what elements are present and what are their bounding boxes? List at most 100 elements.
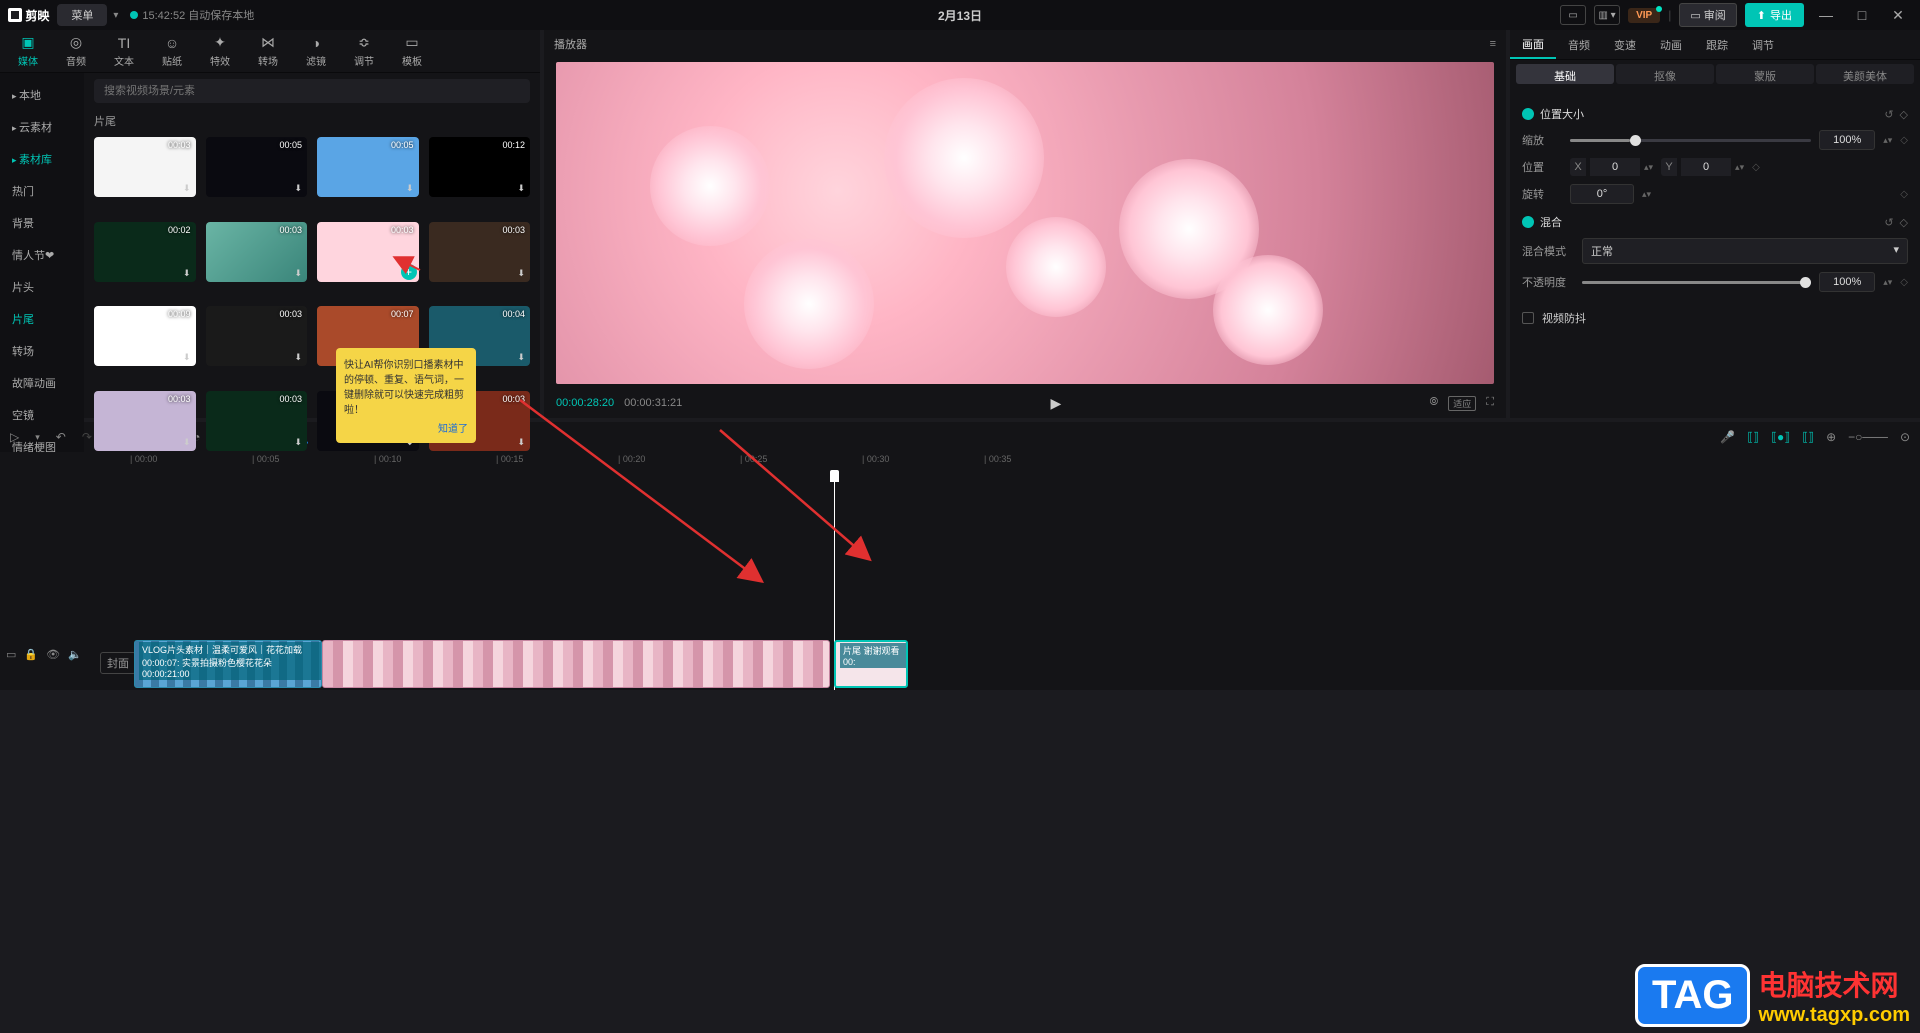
- opacity-value[interactable]: 100%: [1819, 272, 1875, 292]
- top-tab-7[interactable]: ≎调节: [340, 30, 388, 72]
- media-thumb-0[interactable]: 00:03⬇: [94, 137, 196, 197]
- cover-button[interactable]: 封面: [100, 652, 136, 674]
- media-thumb-13[interactable]: 00:03⬇: [206, 391, 308, 451]
- pos-x-input[interactable]: [1590, 158, 1640, 176]
- download-icon[interactable]: ⬇: [294, 437, 302, 448]
- timeline-clip-2[interactable]: [322, 640, 830, 688]
- top-tab-1[interactable]: ◎音频: [52, 30, 100, 72]
- mic-icon[interactable]: 🎤: [1720, 430, 1735, 444]
- sidebar-cat-7[interactable]: 空镜: [0, 399, 84, 431]
- undo-icon[interactable]: ↶: [56, 430, 66, 444]
- sidebar-cat-5[interactable]: 转场: [0, 335, 84, 367]
- media-thumb-6[interactable]: 00:03⬇+: [317, 222, 419, 282]
- play-button[interactable]: ▶: [1050, 395, 1061, 412]
- snap-toggle-3[interactable]: ⟦⟧: [1802, 430, 1814, 444]
- scale-slider[interactable]: [1570, 139, 1811, 142]
- track-eye-icon[interactable]: 👁: [46, 648, 60, 661]
- pos-size-check-icon[interactable]: [1522, 108, 1534, 120]
- top-tab-0[interactable]: ▣媒体: [4, 30, 52, 72]
- inspector-tab-4[interactable]: 跟踪: [1694, 30, 1740, 59]
- download-icon[interactable]: ⬇: [183, 183, 191, 194]
- arrow-tool-icon[interactable]: ▷: [10, 430, 19, 444]
- pos-y-stepper[interactable]: ▴▾: [1735, 164, 1744, 171]
- inspector-subtab-1[interactable]: 抠像: [1616, 64, 1714, 84]
- snap-toggle-1[interactable]: ⟦⟧: [1747, 430, 1759, 444]
- top-tab-2[interactable]: TI文本: [100, 31, 148, 72]
- top-tab-8[interactable]: ▭模板: [388, 30, 436, 72]
- download-icon[interactable]: ⬇: [183, 437, 191, 448]
- stabilize-checkbox[interactable]: [1522, 312, 1534, 324]
- review-button[interactable]: ▭ 审阅: [1679, 3, 1736, 27]
- blend-mode-select[interactable]: 正常▾: [1582, 238, 1908, 264]
- media-thumb-4[interactable]: 00:02⬇: [94, 222, 196, 282]
- download-icon[interactable]: ⬇: [183, 268, 191, 279]
- track-lock-icon[interactable]: 🔒: [24, 648, 38, 661]
- snap-toggle-2[interactable]: ⟦●⟧: [1771, 430, 1790, 444]
- download-icon[interactable]: ⬇: [294, 352, 302, 363]
- zoom-out-icon[interactable]: −○───: [1848, 430, 1888, 444]
- scale-value[interactable]: 100%: [1819, 130, 1875, 150]
- media-thumb-3[interactable]: 00:12⬇: [429, 137, 531, 197]
- minimize-icon[interactable]: —: [1812, 7, 1840, 23]
- layout-icon-1[interactable]: ▭: [1560, 5, 1586, 25]
- download-icon[interactable]: ⬇: [406, 183, 414, 194]
- scale-stepper[interactable]: ▴▾: [1883, 137, 1892, 144]
- crop-icon[interactable]: ⦾: [1429, 396, 1438, 411]
- pos-x-stepper[interactable]: ▴▾: [1644, 164, 1653, 171]
- opacity-stepper[interactable]: ▴▾: [1883, 279, 1892, 286]
- media-thumb-1[interactable]: 00:05⬇: [206, 137, 308, 197]
- media-thumb-7[interactable]: 00:03⬇: [429, 222, 531, 282]
- media-thumb-5[interactable]: 00:03⬇: [206, 222, 308, 282]
- download-icon[interactable]: ⬇: [517, 352, 525, 363]
- inspector-tab-3[interactable]: 动画: [1648, 30, 1694, 59]
- scale-keyframe-icon[interactable]: ◇: [1900, 135, 1908, 146]
- inspector-subtab-2[interactable]: 蒙版: [1716, 64, 1814, 84]
- sidebar-item-local[interactable]: 本地: [0, 79, 84, 111]
- pos-keyframe-icon[interactable]: ◇: [1752, 162, 1760, 173]
- sidebar-cat-2[interactable]: 情人节❤: [0, 239, 84, 271]
- ai-tip-ok-button[interactable]: 知道了: [344, 420, 468, 435]
- blend-keyframe-icon[interactable]: ◇: [1900, 216, 1908, 229]
- blend-reset-icon[interactable]: ↺: [1884, 216, 1893, 229]
- player-viewport[interactable]: [556, 62, 1494, 384]
- download-icon[interactable]: ⬇: [517, 183, 525, 194]
- reset-icon[interactable]: ↺: [1884, 108, 1893, 121]
- top-tab-5[interactable]: ⋈转场: [244, 30, 292, 72]
- sidebar-cat-1[interactable]: 背景: [0, 207, 84, 239]
- player-menu-icon[interactable]: ≡: [1490, 38, 1496, 50]
- sidebar-cat-4[interactable]: 片尾: [0, 303, 84, 335]
- download-icon[interactable]: ⬇: [517, 437, 525, 448]
- rotation-value[interactable]: 0°: [1570, 184, 1634, 204]
- blend-check-icon[interactable]: [1522, 216, 1534, 228]
- opacity-slider[interactable]: [1582, 281, 1811, 284]
- top-tab-6[interactable]: ◑滤镜: [292, 31, 340, 72]
- menu-button[interactable]: 菜单: [57, 4, 107, 26]
- marker-icon[interactable]: ⊕: [1826, 430, 1836, 444]
- add-to-track-icon[interactable]: +: [401, 264, 417, 280]
- layout-icon-2[interactable]: ▥ ▾: [1594, 5, 1620, 25]
- track-add-icon[interactable]: ▭: [6, 648, 16, 661]
- download-icon[interactable]: ⬇: [294, 183, 302, 194]
- media-thumb-2[interactable]: 00:05⬇: [317, 137, 419, 197]
- rotation-stepper[interactable]: ▴▾: [1642, 191, 1651, 198]
- sidebar-cat-6[interactable]: 故障动画: [0, 367, 84, 399]
- opacity-keyframe-icon[interactable]: ◇: [1900, 277, 1908, 288]
- inspector-tab-0[interactable]: 画面: [1510, 30, 1556, 59]
- media-thumb-12[interactable]: 00:03⬇: [94, 391, 196, 451]
- download-icon[interactable]: ⬇: [183, 352, 191, 363]
- timeline-clip-1[interactable]: VLOG片头素材｜温柔可爱风｜花花加载 00:00:07: 实景拍摄粉色樱花花朵…: [134, 640, 322, 688]
- pos-y-input[interactable]: [1681, 158, 1731, 176]
- top-tab-4[interactable]: ✦特效: [196, 30, 244, 72]
- redo-icon[interactable]: ↷: [82, 430, 92, 444]
- maximize-icon[interactable]: □: [1848, 7, 1876, 23]
- ratio-icon[interactable]: 适应: [1448, 396, 1476, 411]
- export-button[interactable]: ⬆ 导出: [1745, 3, 1804, 27]
- search-input[interactable]: [94, 79, 530, 103]
- zoom-fit-icon[interactable]: ⊙: [1900, 430, 1910, 444]
- tool-dropdown-icon[interactable]: ▾: [35, 432, 40, 443]
- close-icon[interactable]: ✕: [1884, 7, 1912, 24]
- media-thumb-9[interactable]: 00:03⬇: [206, 306, 308, 366]
- inspector-tab-5[interactable]: 调节: [1740, 30, 1786, 59]
- keyframe-icon[interactable]: ◇: [1900, 108, 1908, 121]
- inspector-subtab-3[interactable]: 美颜美体: [1816, 64, 1914, 84]
